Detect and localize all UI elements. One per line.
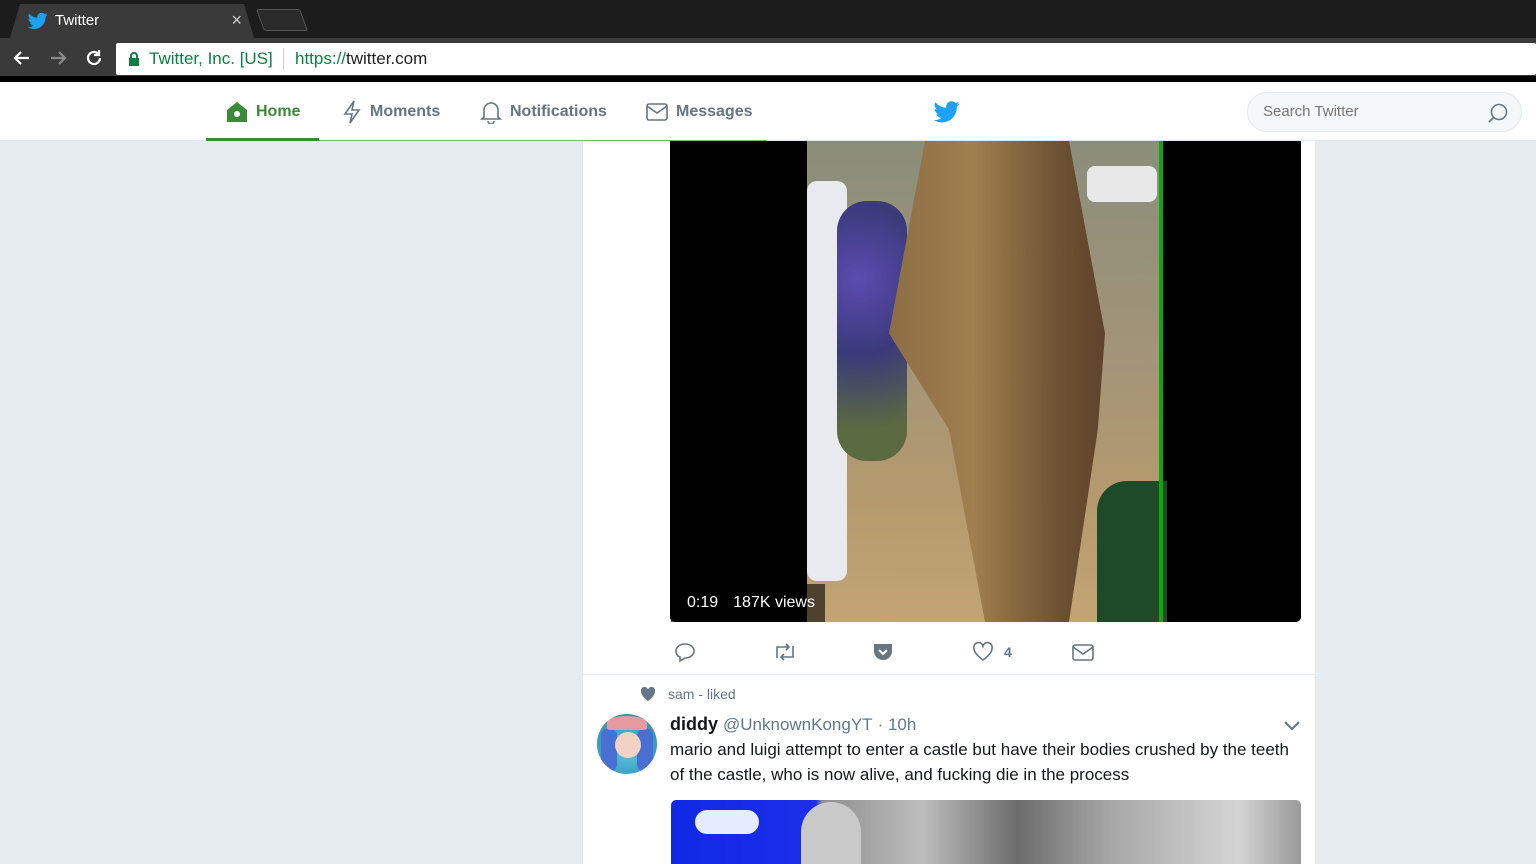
- video-frame: [807, 141, 1167, 622]
- heart-icon: [640, 686, 656, 701]
- tab-close-icon[interactable]: ×: [231, 10, 242, 31]
- nav-home[interactable]: Home: [226, 82, 300, 141]
- avatar-hat: [607, 716, 647, 730]
- pocket-icon: [874, 644, 892, 660]
- nav-active-indicator: [206, 138, 319, 141]
- refresh-icon: [86, 50, 102, 66]
- lock-icon: [129, 52, 139, 66]
- video-green-edge: [1159, 141, 1163, 622]
- tweet-context-label[interactable]: sam - liked: [668, 686, 736, 702]
- browser-tab-twitter[interactable]: Twitter ×: [10, 4, 254, 38]
- avatar[interactable]: [597, 714, 657, 774]
- tweet-context: sam - liked: [640, 686, 736, 702]
- url-scheme: https://: [295, 49, 347, 68]
- new-tab-button[interactable]: [255, 9, 309, 31]
- video-car: [1087, 166, 1157, 202]
- browser-tabstrip: Twitter ×: [0, 0, 1536, 38]
- nav-notifications-label: Notifications: [510, 102, 607, 120]
- search-box[interactable]: [1247, 92, 1522, 132]
- direct-message-button[interactable]: [1072, 638, 1104, 666]
- envelope-icon: [1072, 644, 1094, 661]
- nav-home-label: Home: [256, 102, 301, 120]
- bell-icon: [480, 101, 502, 124]
- tweet-divider: [583, 674, 1315, 675]
- reload-icon[interactable]: [82, 48, 106, 72]
- search-input[interactable]: [1263, 103, 1473, 120]
- tweet-header: diddy @UnknownKongYT · 10h: [670, 714, 916, 735]
- lightning-icon: [343, 100, 361, 123]
- retweet-icon: [776, 643, 794, 661]
- like-count: 4: [1004, 644, 1012, 660]
- tweet-timestamp[interactable]: · 10h: [878, 715, 917, 735]
- nav-notifications[interactable]: Notifications: [480, 82, 607, 141]
- forward-icon[interactable]: [46, 48, 70, 72]
- url-text[interactable]: https://twitter.com: [295, 49, 427, 69]
- retweet-button[interactable]: [772, 638, 808, 666]
- back-icon[interactable]: [10, 48, 34, 72]
- video-info-badge: 0:19 187K views: [671, 584, 825, 622]
- tweet-media-image[interactable]: [671, 800, 1301, 864]
- video-views: 187K views: [733, 594, 815, 611]
- home-icon: [227, 101, 247, 122]
- reply-icon: [675, 643, 695, 663]
- tab-title: Twitter: [55, 12, 100, 29]
- media-tower: [801, 802, 861, 864]
- forward-arrow-icon: [51, 51, 67, 65]
- nav-moments-label: Moments: [370, 102, 441, 120]
- twitter-bird-icon[interactable]: [934, 100, 960, 124]
- video-player[interactable]: [670, 141, 1301, 622]
- nav-messages[interactable]: Messages: [646, 82, 753, 141]
- video-person-suit: [889, 141, 1105, 622]
- save-to-pocket-button[interactable]: [872, 638, 904, 666]
- nav-moments[interactable]: Moments: [342, 82, 440, 141]
- avatar-hair-left: [601, 728, 617, 772]
- chevron-down-icon[interactable]: [1283, 718, 1301, 732]
- tweet-actions: 4: [670, 638, 1310, 666]
- avatar-face: [615, 732, 641, 758]
- twitter-bird-icon: [28, 12, 48, 30]
- envelope-icon: [646, 102, 668, 121]
- tweet-author-name[interactable]: diddy: [670, 714, 718, 735]
- back-arrow-icon: [13, 51, 29, 65]
- media-cloud: [695, 810, 759, 834]
- tweet-author-handle[interactable]: @UnknownKongYT: [723, 715, 873, 735]
- address-separator: [283, 48, 284, 70]
- like-button[interactable]: 4: [972, 638, 1012, 666]
- video-tarp: [1097, 481, 1167, 622]
- tweet-text: mario and luigi attempt to enter a castl…: [670, 740, 1289, 784]
- reply-button[interactable]: [674, 638, 706, 666]
- url-host: twitter.com: [346, 49, 428, 68]
- secure-site-label[interactable]: Twitter, Inc. [US]: [149, 49, 273, 69]
- video-duration: 0:19: [687, 594, 719, 611]
- heart-icon: [973, 641, 993, 661]
- search-icon[interactable]: [1487, 102, 1509, 124]
- nav-messages-label: Messages: [676, 102, 753, 120]
